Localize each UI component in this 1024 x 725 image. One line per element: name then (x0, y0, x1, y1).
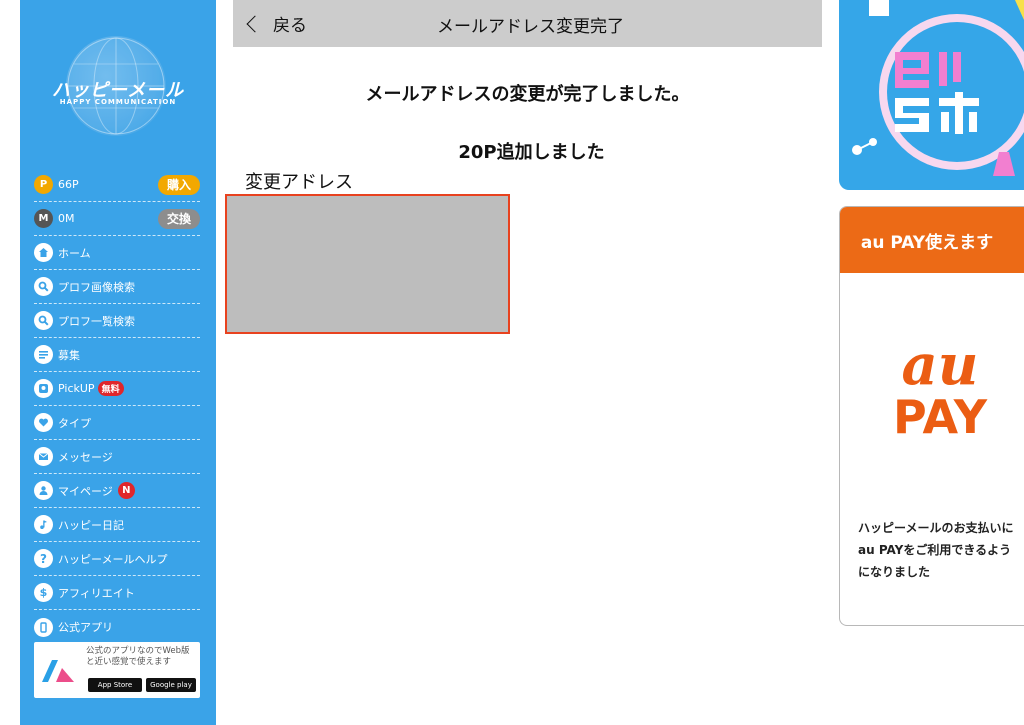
app-logo-icon (40, 654, 76, 686)
site-logo[interactable]: ハッピーメール HAPPY COMMUNICATION (20, 26, 216, 136)
sidebar-item-profile-image-search[interactable]: プロフ画像検索 (34, 270, 200, 304)
search-icon (34, 277, 53, 296)
sidebar-item-label: PickUP (58, 382, 95, 395)
sidebar-item-home[interactable]: ホーム (34, 236, 200, 270)
exchange-miles-button[interactable]: 交換 (157, 208, 200, 229)
points-icon: P (34, 175, 53, 194)
app-promo-banner[interactable]: 公式のアプリなのでWeb版と近い感覚で使えます App Store Google… (34, 642, 200, 698)
page-title: メールアドレス変更完了 (437, 17, 624, 37)
points-row: P 66P 購入 (34, 168, 200, 202)
buy-points-button[interactable]: 購入 (157, 174, 200, 195)
app-store-button[interactable]: App Store (88, 678, 142, 692)
sidebar-item-label: マイページ (58, 484, 113, 498)
sidebar-item-diary[interactable]: ハッピー日記 (34, 508, 200, 542)
mail-icon (34, 447, 53, 466)
sidebar-item-label: メッセージ (58, 450, 113, 464)
sidebar-item-label: 募集 (58, 348, 80, 362)
music-note-icon (34, 515, 53, 534)
au-pay-banner[interactable]: au PAY使えます au PAY ハッピーメールのお支払いにau PAYをご利… (839, 206, 1024, 626)
help-icon: ? (34, 549, 53, 568)
collab-illustration (852, 0, 1024, 176)
au-pay-banner-title: au PAY使えます (840, 207, 1024, 273)
new-badge: N (117, 482, 135, 499)
sidebar-menu: P 66P 購入 M 0M 交換 ホーム プロフ画像検索 プロフ一覧検索 募集 … (34, 168, 200, 644)
sidebar-item-label: ハッピーメールヘルプ (58, 552, 168, 566)
au-pay-banner-text: ハッピーメールのお支払いにau PAYをご利用できるようになりました (858, 521, 1014, 579)
logo-subtitle: HAPPY COMMUNICATION (59, 98, 177, 106)
heart-icon (34, 413, 53, 432)
pickup-icon (34, 379, 53, 398)
app-promo-text: 公式のアプリなのでWeb版と近い感覚で使えます (86, 646, 190, 667)
redacted-address-box (225, 194, 510, 334)
miles-value: 0M (58, 212, 75, 225)
sidebar-item-mypage[interactable]: マイページ N (34, 474, 200, 508)
miles-icon: M (34, 209, 53, 228)
sidebar-item-label: ホーム (58, 246, 91, 260)
dollar-icon: $ (34, 583, 53, 602)
au-pay-logo: au PAY (870, 337, 1010, 441)
points-value: 66P (58, 178, 79, 191)
phone-icon (34, 617, 53, 637)
sidebar-item-recruit[interactable]: 募集 (34, 338, 200, 372)
address-label: 変更アドレス (245, 172, 353, 193)
sidebar-item-pickup[interactable]: PickUP 無料 (34, 372, 200, 406)
sidebar-item-label: アフィリエイト (58, 586, 135, 600)
sidebar-item-label: 公式アプリ (58, 621, 113, 634)
completion-message: メールアドレスの変更が完了しました。 (365, 84, 690, 105)
home-icon (34, 243, 53, 262)
sidebar-item-label: プロフ画像検索 (58, 280, 135, 294)
person-icon (34, 481, 53, 500)
sidebar-item-label: ハッピー日記 (58, 518, 124, 532)
google-play-button[interactable]: Google play (146, 678, 196, 692)
points-added-message: 20P追加しました (458, 142, 605, 163)
au-logo-text: au (901, 332, 979, 398)
sidebar-item-label: プロフ一覧検索 (58, 314, 135, 328)
search-icon (34, 311, 53, 330)
sidebar-item-label: タイプ (58, 416, 91, 430)
sidebar-item-type[interactable]: タイプ (34, 406, 200, 440)
pay-logo-text: PAY (893, 390, 987, 444)
sidebar-item-help[interactable]: ? ハッピーメールヘルプ (34, 542, 200, 576)
sidebar-item-official-app[interactable]: 公式アプリ (34, 610, 200, 644)
sidebar: ハッピーメール HAPPY COMMUNICATION P 66P 購入 M 0… (20, 0, 216, 725)
sidebar-item-message[interactable]: メッセージ (34, 440, 200, 474)
sidebar-item-profile-list-search[interactable]: プロフ一覧検索 (34, 304, 200, 338)
miles-row: M 0M 交換 (34, 202, 200, 236)
free-badge: 無料 (97, 381, 124, 396)
list-icon (34, 345, 53, 364)
sidebar-item-affiliate[interactable]: $ アフィリエイト (34, 576, 200, 610)
page-header: 戻る メールアドレス変更完了 (233, 0, 822, 47)
collab-banner[interactable] (839, 0, 1024, 190)
